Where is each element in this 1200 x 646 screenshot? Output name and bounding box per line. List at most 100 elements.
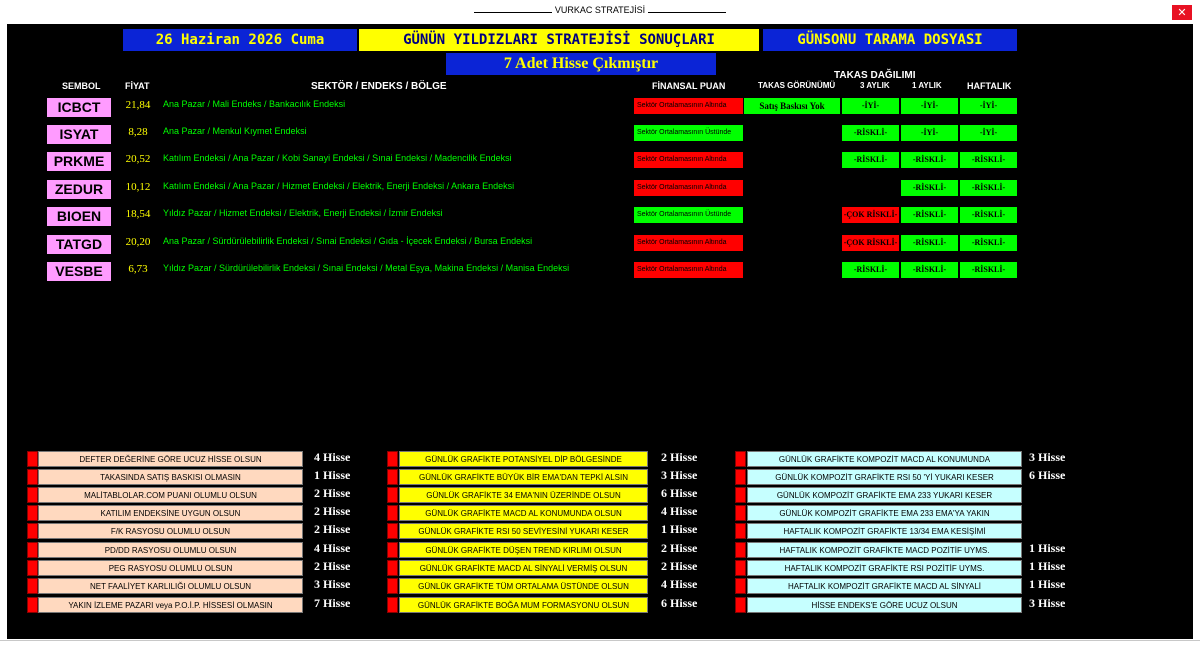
col-header-takas-view: TAKAS GÖRÜNÜMÜ [758, 81, 836, 90]
daily-criterion-count: 1 Hisse [661, 522, 698, 536]
stock-symbol[interactable]: ZEDUR [47, 180, 111, 199]
takas-m3: -İYİ- [842, 98, 899, 114]
daily-criterion[interactable]: GÜNLÜK GRAFİKTE POTANSİYEL DİP BÖLGESİND… [399, 451, 648, 467]
fundamental-criterion-count: 2 Hisse [314, 559, 351, 573]
daily-criterion-count: 6 Hisse [661, 596, 698, 610]
daily-criterion-count: 3 Hisse [661, 468, 698, 482]
takas-m3: -RİSKLİ- [842, 125, 899, 141]
col-header-takas-group: TAKAS DAĞILIMI [834, 70, 916, 81]
composite-criterion-count: 6 Hisse [1029, 468, 1066, 482]
takas-m3: -ÇOK RİSKLİ- [842, 235, 899, 251]
stock-price: 18,54 [125, 208, 151, 220]
fundamental-criterion-count: 4 Hisse [314, 450, 351, 464]
stock-sector: Yıldız Pazar / Sürdürülebilirlik Endeksi… [163, 263, 570, 273]
daily-criterion[interactable]: GÜNLÜK GRAFİKTE MACD AL SİNYALİ VERMİŞ O… [399, 560, 648, 576]
takas-m1: -RİSKLİ- [901, 235, 958, 251]
composite-criterion[interactable]: GÜNLÜK KOMPOZİT GRAFİKTE EMA 233 EMA'YA … [747, 505, 1022, 521]
fundamental-criterion[interactable]: PEG RASYOSU OLUMLU OLSUN [38, 560, 303, 576]
composite-criterion[interactable]: HAFTALIK KOMPOZİT GRAFİKTE MACD POZİTİF … [747, 542, 1022, 558]
daily-criterion-count: 4 Hisse [661, 577, 698, 591]
daily-criterion[interactable]: GÜNLÜK GRAFİKTE BÜYÜK BİR EMA'DAN TEPKİ … [399, 469, 648, 485]
result-count: 7 Adet Hisse Çıkmıştır [446, 53, 716, 75]
financial-score: Sektör Ortalamasının Altında [634, 98, 743, 114]
stock-symbol[interactable]: VESBE [47, 262, 111, 281]
composite-criterion-marker [735, 597, 746, 613]
daily-criterion[interactable]: GÜNLÜK GRAFİKTE RSI 50 SEVİYESİNİ YUKARI… [399, 523, 648, 539]
fundamental-criterion[interactable]: KATILIM ENDEKSİNE UYGUN OLSUN [38, 505, 303, 521]
daily-criterion-marker [387, 578, 398, 594]
composite-criterion[interactable]: GÜNLÜK KOMPOZİT GRAFİKTE RSI 50 'Yİ YUKA… [747, 469, 1022, 485]
composite-criterion[interactable]: GÜNLÜK KOMPOZİT GRAFİKTE EMA 233 YUKARI … [747, 487, 1022, 503]
fundamental-criterion-count: 2 Hisse [314, 486, 351, 500]
composite-criterion-count: 1 Hisse [1029, 559, 1066, 573]
composite-criterion-marker [735, 560, 746, 576]
col-header-3m: 3 AYLIK [860, 81, 890, 90]
daily-criterion[interactable]: GÜNLÜK GRAFİKTE MACD AL KONUMUNDA OLSUN [399, 505, 648, 521]
fundamental-criterion[interactable]: MALİTABLOLAR.COM PUANI OLUMLU OLSUN [38, 487, 303, 503]
col-header-financial: FİNANSAL PUAN [652, 81, 726, 91]
stock-sector: Katılım Endeksi / Ana Pazar / Kobi Sanay… [163, 153, 512, 163]
stock-price: 8,28 [128, 126, 148, 138]
takas-weekly: -İYİ- [960, 98, 1017, 114]
fundamental-criterion-marker [27, 597, 38, 613]
fundamental-criterion-marker [27, 560, 38, 576]
takas-m1: -İYİ- [901, 125, 958, 141]
fundamental-criterion[interactable]: TAKASINDA SATIŞ BASKISI OLMASIN [38, 469, 303, 485]
takas-weekly: -RİSKLİ- [960, 152, 1017, 168]
daily-criterion-marker [387, 597, 398, 613]
title-underline-left [473, 5, 552, 13]
daily-criterion[interactable]: GÜNLÜK GRAFİKTE TÜM ORTALAMA ÜSTÜNDE OLS… [399, 578, 648, 594]
fundamental-criterion-marker [27, 505, 38, 521]
fundamental-criterion[interactable]: YAKIN İZLEME PAZARI veya P.O.İ.P. HİSSES… [38, 597, 303, 613]
takas-m1: -RİSKLİ- [901, 180, 958, 196]
daily-criterion-marker [387, 451, 398, 467]
composite-criterion[interactable]: HAFTALIK KOMPOZİT GRAFİKTE 13/34 EMA KES… [747, 523, 1022, 539]
fundamental-criterion[interactable]: F/K RASYOSU OLUMLU OLSUN [38, 523, 303, 539]
composite-criterion-marker [735, 451, 746, 467]
composite-criterion[interactable]: HİSSE ENDEKS'E GÖRE UCUZ OLSUN [747, 597, 1022, 613]
composite-criterion-count: 1 Hisse [1029, 577, 1066, 591]
close-icon[interactable]: ✕ [1172, 5, 1192, 20]
stock-sector: Ana Pazar / Mali Endeks / Bankacılık End… [163, 99, 346, 109]
financial-score: Sektör Ortalamasının Üstünde [634, 207, 743, 223]
fundamental-criterion-marker [27, 542, 38, 558]
composite-criterion-count: 3 Hisse [1029, 450, 1066, 464]
fundamental-criterion-marker [27, 578, 38, 594]
daily-criterion-count: 2 Hisse [661, 541, 698, 555]
fundamental-criterion[interactable]: NET FAALİYET KARLILIĞI OLUMLU OLSUN [38, 578, 303, 594]
fundamental-criterion[interactable]: PD/DD RASYOSU OLUMLU OLSUN [38, 542, 303, 558]
daily-criterion[interactable]: GÜNLÜK GRAFİKTE BOĞA MUM FORMASYONU OLSU… [399, 597, 648, 613]
takas-m1: -RİSKLİ- [901, 152, 958, 168]
fundamental-criterion-count: 1 Hisse [314, 468, 351, 482]
stock-symbol[interactable]: ISYAT [47, 125, 111, 144]
daily-criterion-marker [387, 469, 398, 485]
composite-criterion[interactable]: HAFTALIK KOMPOZİT GRAFİKTE RSI POZİTİF U… [747, 560, 1022, 576]
fundamental-criterion[interactable]: DEFTER DEĞERİNE GÖRE UCUZ HİSSE OLSUN [38, 451, 303, 467]
financial-score: Sektör Ortalamasının Üstünde [634, 125, 743, 141]
stock-symbol[interactable]: PRKME [47, 152, 111, 171]
col-header-weekly: HAFTALIK [967, 81, 1012, 91]
stock-price: 6,73 [128, 263, 148, 275]
fundamental-criterion-marker [27, 523, 38, 539]
stock-symbol[interactable]: ICBCT [47, 98, 111, 117]
stock-symbol[interactable]: BIOEN [47, 207, 111, 226]
daily-criterion-count: 2 Hisse [661, 450, 698, 464]
window-titlebar: VURKAC STRATEJİSİ ✕ [0, 0, 1200, 24]
daily-criterion[interactable]: GÜNLÜK GRAFİKTE DÜŞEN TREND KIRLIMI OLSU… [399, 542, 648, 558]
daily-criterion[interactable]: GÜNLÜK GRAFİKTE 34 EMA'NIN ÜZERİNDE OLSU… [399, 487, 648, 503]
stock-sector: Katılım Endeksi / Ana Pazar / Hizmet End… [163, 181, 515, 191]
composite-criterion-marker [735, 469, 746, 485]
composite-criterion-marker [735, 505, 746, 521]
title-underline-right [648, 5, 727, 13]
takas-m3: -RİSKLİ- [842, 152, 899, 168]
stock-price: 21,84 [125, 99, 151, 111]
composite-criterion[interactable]: GÜNLÜK GRAFİKTE KOMPOZİT MACD AL KONUMUN… [747, 451, 1022, 467]
stock-symbol[interactable]: TATGD [47, 235, 111, 254]
fundamental-criterion-marker [27, 451, 38, 467]
stock-price: 20,52 [125, 153, 151, 165]
financial-score: Sektör Ortalamasının Altında [634, 235, 743, 251]
composite-criterion[interactable]: HAFTALIK KOMPOZİT GRAFİKTE MACD AL SİNYA… [747, 578, 1022, 594]
daily-criterion-marker [387, 542, 398, 558]
daily-criterion-marker [387, 487, 398, 503]
daily-criterion-count: 6 Hisse [661, 486, 698, 500]
